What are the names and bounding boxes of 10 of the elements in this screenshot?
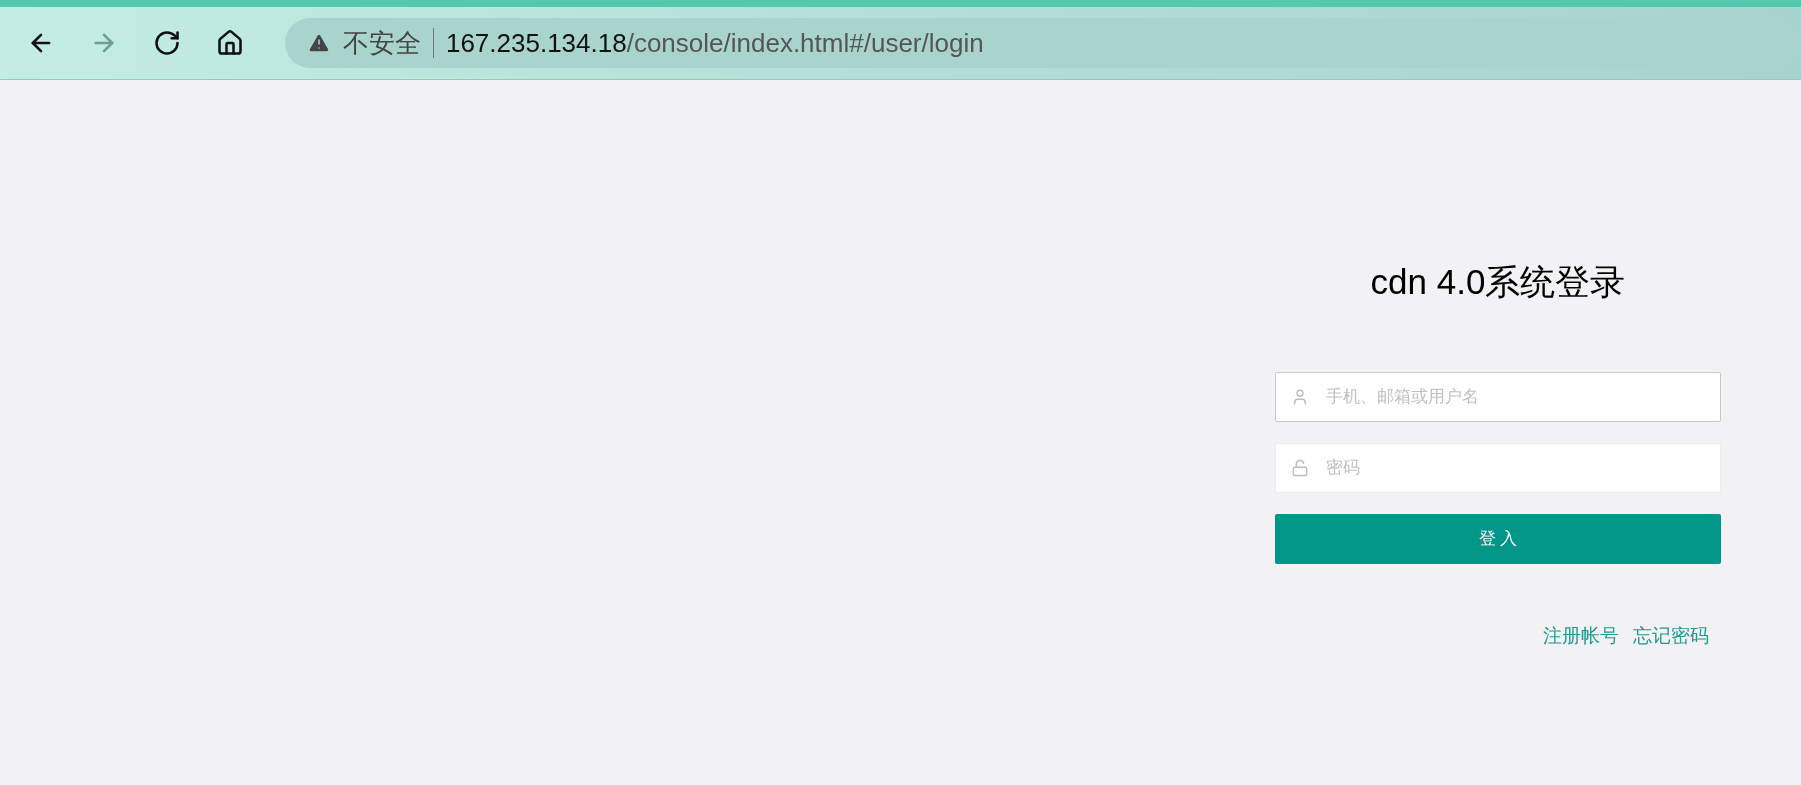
link[interactable]: 注册帐号	[1543, 622, 1619, 651]
link[interactable]: 忘记密码	[1633, 622, 1709, 651]
input-field[interactable]: 手机、邮箱或用户名	[1275, 372, 1721, 422]
lock-icon	[1291, 459, 1309, 477]
url-text[interactable]: 167.235.134.18/console/index.html#/user/login	[445, 23, 984, 63]
user-icon	[1291, 388, 1309, 406]
warning-icon	[306, 31, 331, 55]
login-title: cdn 4.0系统登录	[1369, 261, 1627, 303]
login-button[interactable]: 登 入	[1275, 514, 1721, 564]
security-label[interactable]: 不安全	[342, 28, 434, 58]
